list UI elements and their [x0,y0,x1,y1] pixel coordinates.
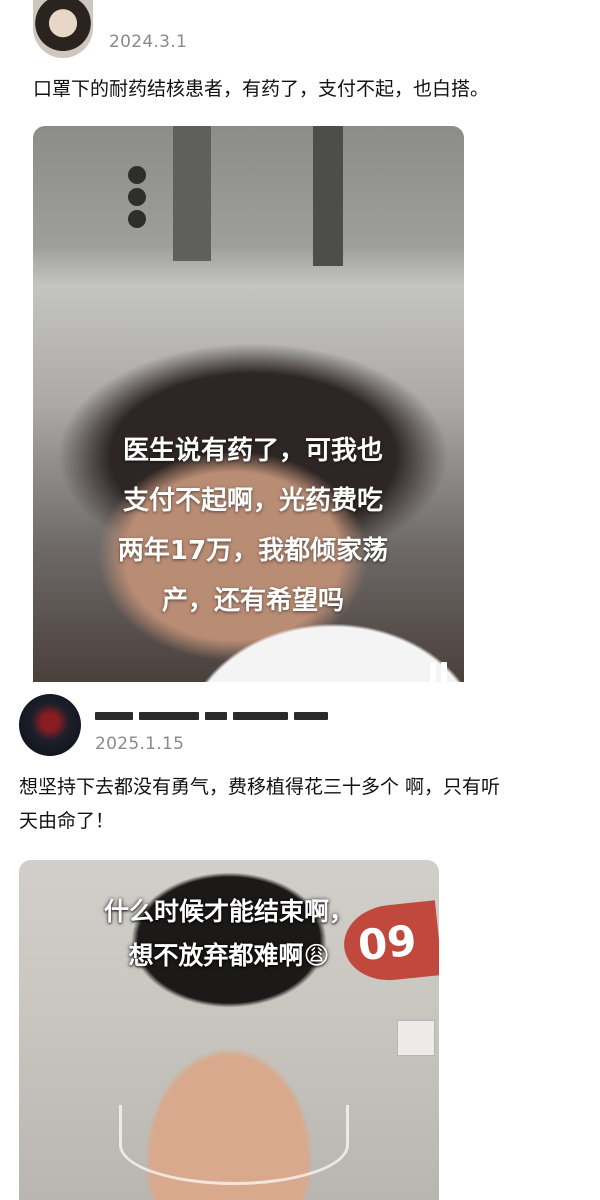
wall-knob [128,210,146,228]
post-date: 2024.3.1 [109,32,188,52]
avatar[interactable] [33,0,93,58]
post-card: 2024.3.1 口罩下的耐药结核患者，有药了，支付不起，也白搭。 医生说有药了… [0,0,600,686]
wall-knob [128,166,146,184]
post-text: 口罩下的耐药结核患者，有药了，支付不起，也白搭。 [33,78,490,100]
bed-rail [173,126,211,261]
pause-icon[interactable] [428,662,450,682]
video-caption: 什么时候才能结束啊， 想不放弃都难啊😩 [103,897,354,970]
avatar[interactable] [19,694,81,756]
post-video[interactable]: 医生说有药了，可我也 支付不起啊，光药费吃 两年17万，我都倾家荡 产，还有希望… [33,126,464,682]
video-caption: 医生说有药了，可我也 支付不起啊，光药费吃 两年17万，我都倾家荡 产，还有希望… [117,436,389,616]
post-card: 2025.1.15 想坚持下去都没有勇气，费移植得花三十多个 啊，只有听 天由命… [0,686,600,1200]
oxygen-tube [119,1105,349,1185]
bed-rail [313,126,343,266]
post-video[interactable]: 09 什么时候才能结束啊， 想不放弃都难啊😩 [19,860,439,1200]
post-text: 想坚持下去都没有勇气，费移植得花三十多个 啊，只有听 天由命了！ [19,776,501,832]
username-obscured[interactable] [95,706,335,722]
post-date: 2025.1.15 [95,734,185,754]
wall-knob [128,188,146,206]
wall-socket [397,1020,435,1056]
